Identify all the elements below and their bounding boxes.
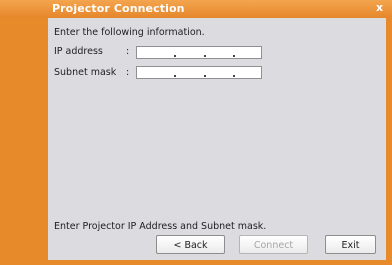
- subnet-mask-input[interactable]: [136, 66, 262, 79]
- ip-address-label: IP address: [54, 46, 103, 57]
- subnet-dot: [233, 75, 235, 77]
- instruction-text: Enter the following information.: [54, 27, 205, 38]
- ip-address-colon: :: [126, 46, 130, 57]
- exit-button[interactable]: Exit: [325, 235, 376, 254]
- ip-dot: [204, 55, 206, 57]
- window-title: Projector Connection: [52, 2, 185, 15]
- subnet-mask-colon: :: [126, 67, 130, 78]
- back-button[interactable]: < Back: [156, 235, 225, 254]
- subnet-dot: [204, 75, 206, 77]
- subnet-mask-label: Subnet mask: [54, 67, 117, 78]
- connect-button[interactable]: Connect: [239, 235, 308, 254]
- ip-address-input[interactable]: [136, 46, 262, 59]
- ip-dot: [233, 55, 235, 57]
- status-message: Enter Projector IP Address and Subnet ma…: [54, 221, 267, 232]
- projector-connection-window: Projector Connection x Enter the followi…: [0, 0, 392, 265]
- subnet-dot: [174, 75, 176, 77]
- title-bar[interactable]: Projector Connection x: [0, 0, 392, 18]
- ip-dot: [174, 55, 176, 57]
- dialog-content: Enter the following information. IP addr…: [48, 18, 386, 260]
- close-icon[interactable]: x: [373, 1, 386, 15]
